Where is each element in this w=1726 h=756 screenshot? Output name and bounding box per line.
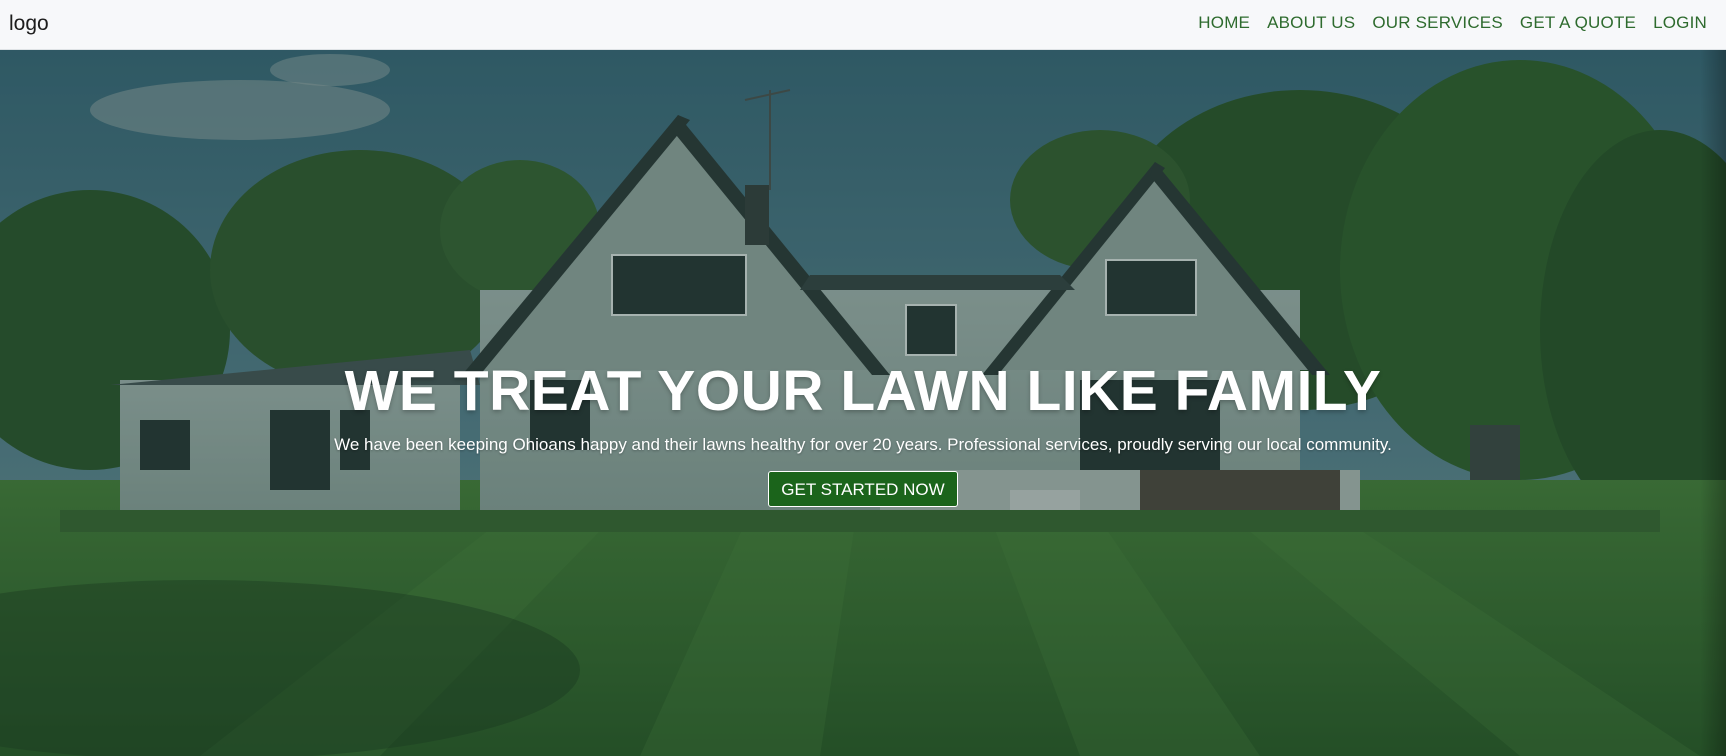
nav-link-home[interactable]: HOME xyxy=(1198,13,1250,33)
hero-content: WE TREAT YOUR LAWN LIKE FAMILY We have b… xyxy=(0,356,1726,507)
nav-link-login[interactable]: LOGIN xyxy=(1653,13,1707,33)
top-navbar: logo HOME ABOUT US OUR SERVICES GET A QU… xyxy=(0,0,1726,50)
nav-link-our-services[interactable]: OUR SERVICES xyxy=(1372,13,1503,33)
main-nav: HOME ABOUT US OUR SERVICES GET A QUOTE L… xyxy=(1198,13,1707,33)
get-started-button[interactable]: GET STARTED NOW xyxy=(768,471,958,507)
site-logo[interactable]: logo xyxy=(9,12,49,36)
hero-section: WE TREAT YOUR LAWN LIKE FAMILY We have b… xyxy=(0,50,1726,756)
nav-link-get-a-quote[interactable]: GET A QUOTE xyxy=(1520,13,1636,33)
nav-link-about-us[interactable]: ABOUT US xyxy=(1267,13,1355,33)
hero-title: WE TREAT YOUR LAWN LIKE FAMILY xyxy=(344,359,1382,423)
hero-subtitle: We have been keeping Ohioans happy and t… xyxy=(334,435,1392,454)
